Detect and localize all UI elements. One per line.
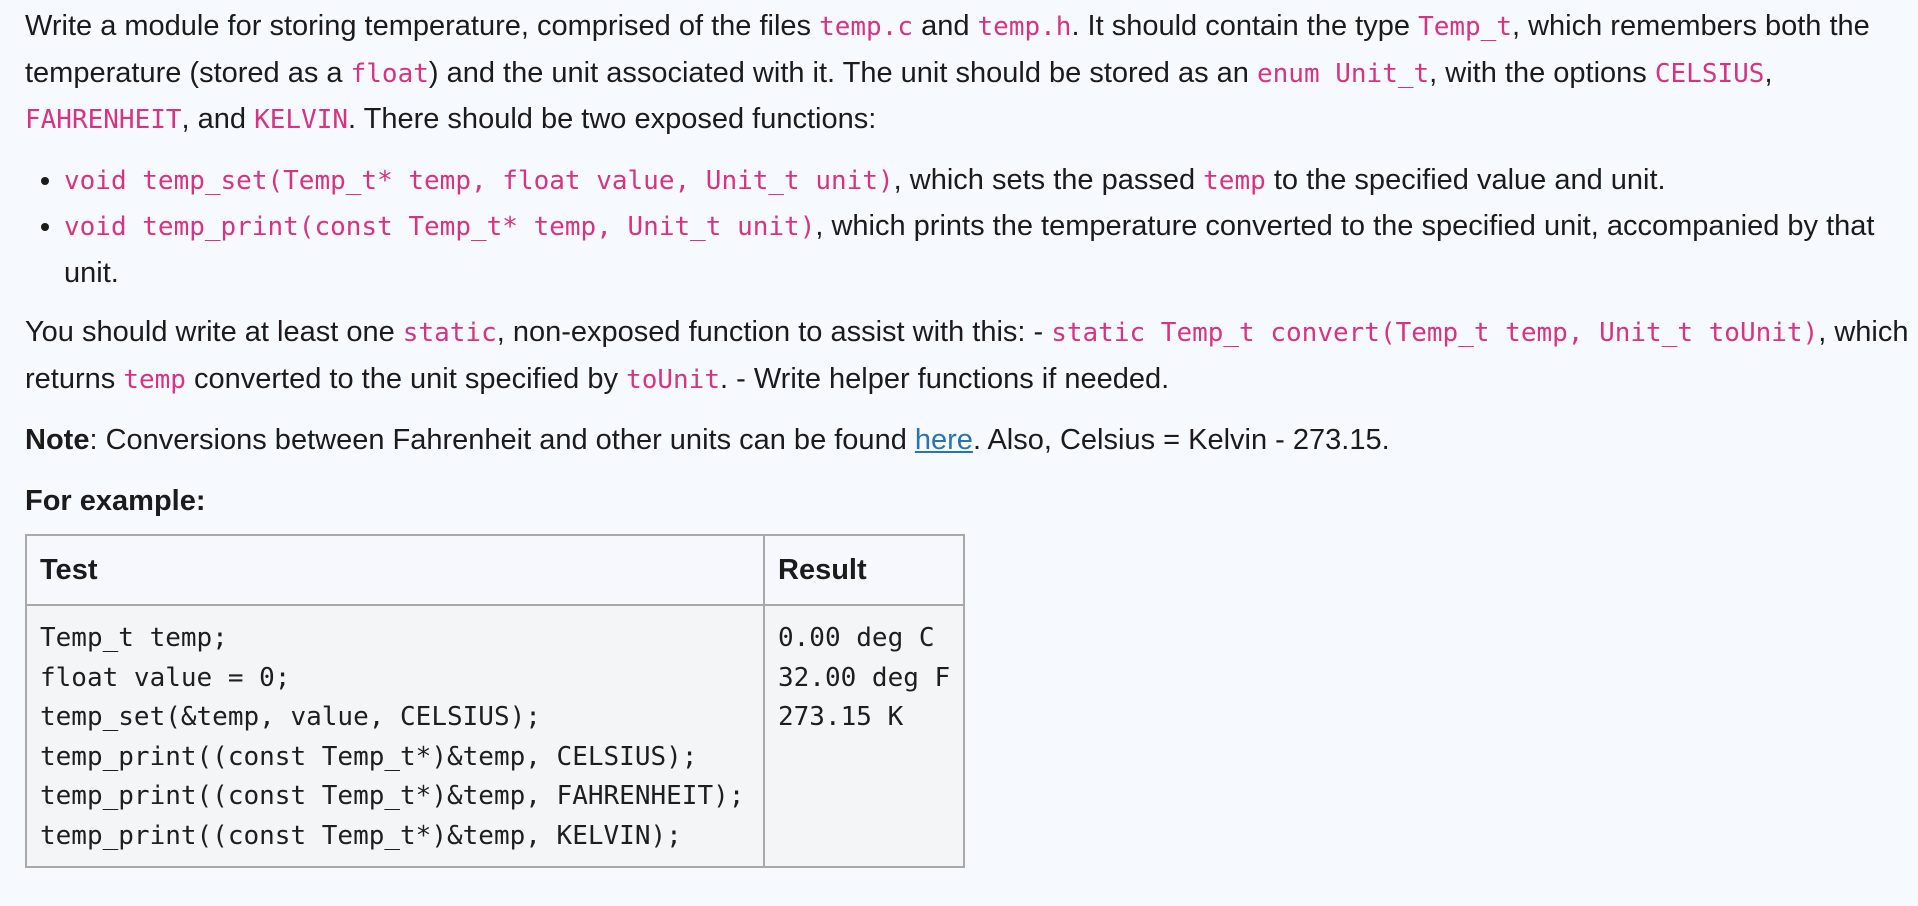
list-item-text: , which sets the passed bbox=[893, 163, 1204, 196]
list-item: void temp_print(const Temp_t* temp, Unit… bbox=[64, 204, 1915, 296]
inline-code: temp.h bbox=[977, 12, 1072, 42]
static-function-paragraph: You should write at least one static, no… bbox=[25, 310, 1915, 403]
inline-code: float bbox=[350, 58, 429, 89]
paragraph-text: You should write at least one bbox=[25, 316, 403, 348]
inline-code: CELSIUS bbox=[1654, 58, 1765, 89]
list-item-text: to the specified value and unit. bbox=[1265, 163, 1666, 196]
intro-paragraph: Write a module for storing temperature, … bbox=[25, 4, 1915, 144]
note-text: . Also, Celsius = Kelvin - 273.15. bbox=[972, 424, 1390, 456]
conversion-link[interactable]: here bbox=[915, 424, 973, 456]
note-text: : Conversions between Fahrenheit and oth… bbox=[89, 424, 915, 456]
function-signature: void temp_print(const Temp_t* temp, Unit… bbox=[64, 212, 816, 242]
function-signature: static Temp_t convert(Temp_t temp, Unit_… bbox=[1051, 318, 1819, 348]
inline-code: toUnit bbox=[626, 364, 720, 395]
note-label: Note bbox=[25, 424, 90, 456]
inline-code: Temp_t bbox=[1418, 12, 1512, 42]
function-signature: void temp_set(Temp_t* temp, float value,… bbox=[64, 165, 894, 196]
intro-text: , and bbox=[181, 103, 255, 135]
intro-text: ) and the unit associated with it. The u… bbox=[428, 56, 1257, 89]
inline-code: temp.c bbox=[819, 12, 914, 42]
result-cell: 0.00 deg C 32.00 deg F 273.15 K bbox=[762, 604, 966, 868]
intro-text: , bbox=[1764, 56, 1773, 89]
test-cell: Temp_t temp; float value = 0; temp_set(&… bbox=[25, 604, 765, 868]
column-header-result: Result bbox=[762, 534, 966, 606]
inline-code: enum Unit_t bbox=[1256, 58, 1430, 89]
list-item: void temp_set(Temp_t* temp, float value,… bbox=[64, 158, 1915, 205]
table-row: Temp_t temp; float value = 0; temp_set(&… bbox=[25, 604, 966, 868]
intro-text: , with the options bbox=[1429, 56, 1655, 89]
inline-code: temp bbox=[123, 364, 186, 395]
inline-code: KELVIN bbox=[254, 105, 349, 135]
note-paragraph: Note: Conversions between Fahrenheit and… bbox=[25, 418, 1915, 464]
example-heading: For example: bbox=[25, 484, 206, 517]
paragraph-text: , non-exposed function to assist with th… bbox=[496, 316, 1052, 348]
paragraph-text: . - Write helper functions if needed. bbox=[719, 362, 1170, 395]
intro-text: . There should be two exposed functions: bbox=[348, 103, 877, 135]
example-table: Test Result Temp_t temp; float value = 0… bbox=[25, 534, 966, 868]
function-list: void temp_set(Temp_t* temp, float value,… bbox=[25, 158, 1915, 297]
intro-text: and bbox=[913, 10, 978, 42]
result-output: 0.00 deg C 32.00 deg F 273.15 K bbox=[778, 623, 951, 732]
test-code: Temp_t temp; float value = 0; temp_set(&… bbox=[40, 623, 745, 851]
intro-text: Write a module for storing temperature, … bbox=[25, 10, 820, 42]
column-header-test: Test bbox=[25, 534, 765, 606]
inline-code: static bbox=[402, 318, 497, 348]
question-content: Write a module for storing temperature, … bbox=[25, 4, 1915, 868]
paragraph-text: converted to the unit specified by bbox=[185, 362, 627, 395]
inline-code: FAHRENHEIT bbox=[25, 105, 182, 135]
inline-code: temp bbox=[1203, 165, 1266, 196]
intro-text: . It should contain the type bbox=[1071, 10, 1419, 42]
table-header-row: Test Result bbox=[25, 534, 966, 606]
